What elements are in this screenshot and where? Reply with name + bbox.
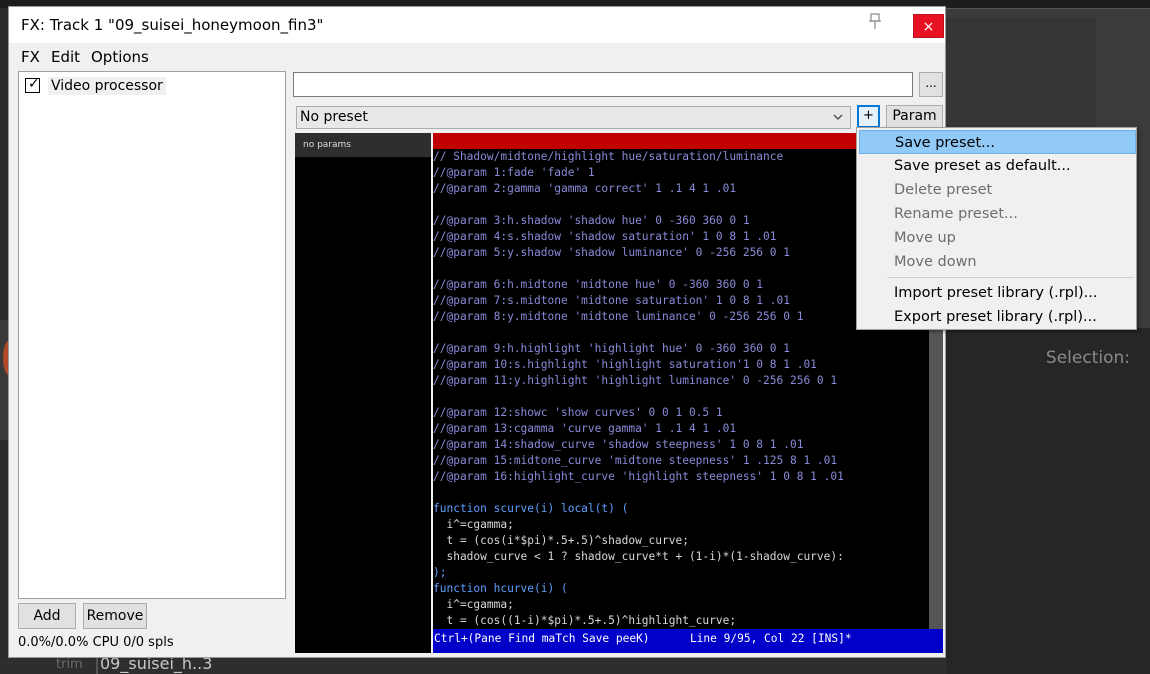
menu-fx[interactable]: FX [21, 48, 40, 66]
code-line[interactable] [433, 389, 943, 405]
menu-item-delete-preset[interactable]: Delete preset [859, 178, 1136, 202]
menu-item-move-down[interactable]: Move down [859, 250, 1136, 274]
menu-edit[interactable]: Edit [51, 48, 80, 66]
code-line[interactable]: //@param 15:midtone_curve 'midtone steep… [433, 453, 943, 469]
code-line[interactable]: //@param 13:cgamma 'curve gamma' 1 .1 4 … [433, 421, 943, 437]
code-line[interactable]: //@param 11:y.highlight 'highlight lumin… [433, 373, 943, 389]
code-line[interactable]: i^=cgamma; [433, 517, 943, 533]
title-bar[interactable]: FX: Track 1 "09_suisei_honeymoon_fin3" × [9, 7, 945, 43]
code-line[interactable]: //@param 12:showc 'show curves' 0 0 1 0.… [433, 405, 943, 421]
menu-item-export-preset-library-rpl[interactable]: Export preset library (.rpl)... [859, 305, 1136, 329]
menu-bar: FX Edit Options [9, 45, 945, 69]
params-panel: no params [295, 133, 431, 653]
browse-button[interactable]: ... [919, 72, 943, 97]
preset-menu-button[interactable]: + [857, 105, 880, 128]
preset-dropdown[interactable]: No preset [296, 106, 851, 129]
fx-enable-checkbox[interactable]: ✓ [25, 76, 40, 93]
code-line[interactable]: function hcurve(i) ( [433, 581, 943, 597]
code-line[interactable]: function scurve(i) local(t) ( [433, 501, 943, 517]
code-line[interactable]: t = (cos((1-i)*$pi)*.5+.5)^highlight_cur… [433, 613, 943, 629]
param-button[interactable]: Param [886, 105, 943, 128]
trim-label: trim [56, 657, 83, 672]
params-header: no params [295, 133, 431, 157]
code-line[interactable]: shadow_curve < 1 ? shadow_curve*t + (1-i… [433, 549, 943, 565]
chevron-down-icon [832, 107, 844, 135]
editor-status-bar: Ctrl+(Pane Find maTch Save peeK) Line 9/… [433, 629, 943, 653]
fx-window: FX: Track 1 "09_suisei_honeymoon_fin3" ×… [8, 6, 946, 658]
code-line[interactable]: //@param 14:shadow_curve 'shadow steepne… [433, 437, 943, 453]
preset-context-menu: Save preset... Save preset as default... D… [856, 127, 1137, 330]
menu-separator [887, 277, 1134, 278]
code-line[interactable]: //@param 16:highlight_curve 'highlight s… [433, 469, 943, 485]
code-line[interactable]: //@param 9:h.highlight 'highlight hue' 0… [433, 341, 943, 357]
code-line[interactable]: i^=cgamma; [433, 597, 943, 613]
menu-item-import-preset-library-rpl[interactable]: Import preset library (.rpl)... [859, 281, 1136, 305]
add-fx-button[interactable]: Add [18, 603, 76, 629]
window-title: FX: Track 1 "09_suisei_honeymoon_fin3" [21, 16, 324, 34]
menu-item-save-preset-as-default[interactable]: Save preset as default... [859, 154, 1136, 178]
cpu-status: 0.0%/0.0% CPU 0/0 spls [18, 635, 174, 650]
check-icon: ✓ [28, 76, 40, 92]
pin-icon[interactable] [867, 13, 885, 33]
preset-name-input[interactable] [293, 72, 913, 97]
item-divider [96, 656, 98, 674]
menu-item-save-preset[interactable]: Save preset... [859, 130, 1136, 154]
fx-name[interactable]: Video processor [48, 76, 166, 95]
code-line[interactable]: t = (cos(i*$pi)*.5+.5)^shadow_curve; [433, 533, 943, 549]
menu-item-move-up[interactable]: Move up [859, 226, 1136, 250]
selection-label: Selection: [1045, 348, 1130, 368]
code-line[interactable]: ); [433, 565, 943, 581]
fx-chain-list[interactable]: ✓ Video processor [18, 71, 286, 599]
menu-options[interactable]: Options [91, 48, 149, 66]
preset-value: No preset [300, 109, 368, 125]
menu-item-rename-preset[interactable]: Rename preset... [859, 202, 1136, 226]
code-line[interactable]: //@param 10:s.highlight 'highlight satur… [433, 357, 943, 373]
remove-fx-button[interactable]: Remove [83, 603, 147, 629]
fx-list-item[interactable]: ✓ Video processor [25, 76, 166, 95]
code-line[interactable] [433, 485, 943, 501]
close-button[interactable]: × [913, 14, 944, 38]
close-icon: × [922, 19, 935, 35]
